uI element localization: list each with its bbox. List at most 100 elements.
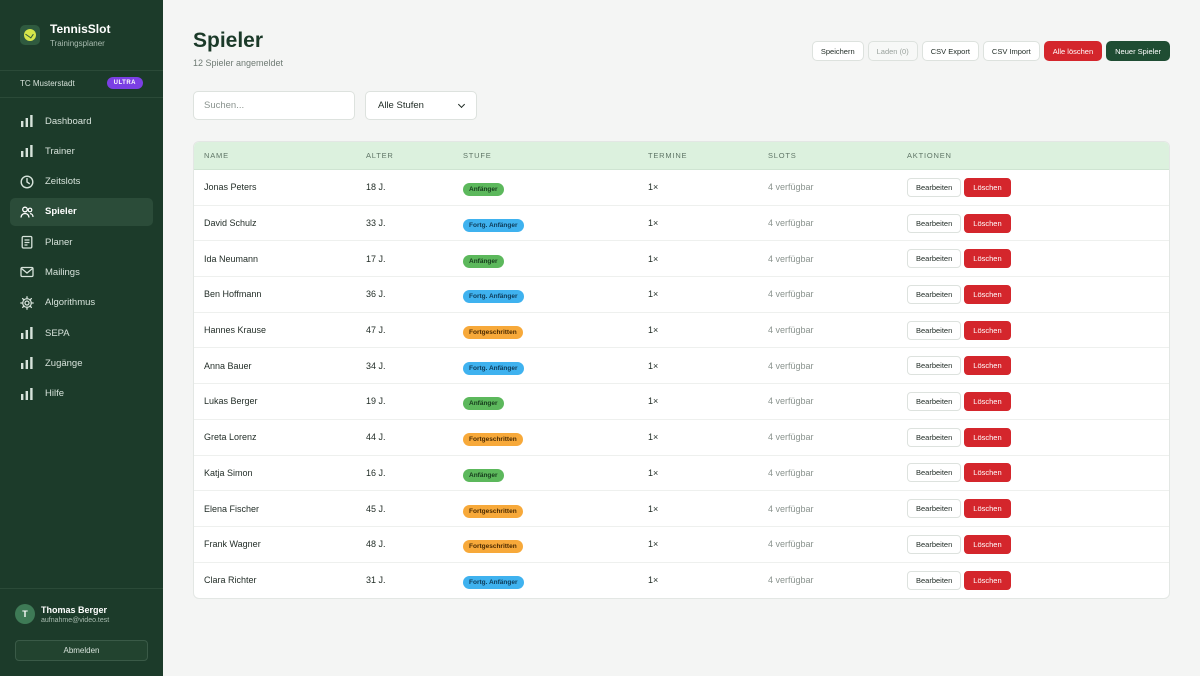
player-dates: 1× bbox=[648, 539, 659, 550]
header-level[interactable]: STUFE bbox=[463, 151, 648, 160]
level-badge: Anfänger bbox=[463, 397, 504, 411]
player-name: Lukas Berger bbox=[204, 396, 258, 407]
load-button[interactable]: Laden (0) bbox=[867, 41, 918, 61]
sidebar-item-spieler[interactable]: Spieler bbox=[10, 197, 153, 226]
sidebar-item-label: Hilfe bbox=[45, 388, 65, 400]
search-input[interactable] bbox=[193, 91, 355, 120]
delete-all-button[interactable]: Alle löschen bbox=[1043, 41, 1103, 61]
sidebar-item-hilfe[interactable]: Hilfe bbox=[10, 380, 153, 408]
player-slots: 4 verfügbar bbox=[768, 396, 814, 407]
delete-button[interactable]: Löschen bbox=[964, 463, 1011, 483]
logout-button[interactable]: Abmelden bbox=[15, 640, 148, 661]
player-slots: 4 verfügbar bbox=[768, 575, 814, 586]
app-name: TennisSlot bbox=[50, 22, 111, 36]
edit-button[interactable]: Bearbeiten bbox=[907, 391, 962, 411]
edit-button[interactable]: Bearbeiten bbox=[907, 284, 962, 304]
bar-chart-icon bbox=[20, 387, 34, 401]
table-row: Elena Fischer 45 J. Fortgeschritten 1× 4 ver… bbox=[194, 491, 1169, 527]
player-slots: 4 verfügbar bbox=[768, 289, 814, 300]
players-table: NAME ALTER STUFE TERMINE SLOTS AKTIONEN … bbox=[193, 141, 1170, 600]
clipboard-icon bbox=[20, 235, 34, 249]
level-select-value: Alle Stufen bbox=[378, 100, 424, 111]
delete-button[interactable]: Löschen bbox=[964, 356, 1011, 376]
delete-button[interactable]: Löschen bbox=[964, 427, 1011, 447]
header-name[interactable]: NAME bbox=[194, 151, 366, 160]
delete-button[interactable]: Löschen bbox=[964, 284, 1011, 304]
header-dates[interactable]: TERMINE bbox=[648, 151, 768, 160]
player-dates: 1× bbox=[648, 396, 659, 407]
mail-icon bbox=[20, 265, 34, 279]
level-badge: Fortg. Anfänger bbox=[463, 219, 524, 233]
delete-button[interactable]: Löschen bbox=[964, 249, 1011, 269]
edit-button[interactable]: Bearbeiten bbox=[907, 534, 962, 554]
player-name: Frank Wagner bbox=[204, 539, 261, 550]
delete-button[interactable]: Löschen bbox=[964, 534, 1011, 554]
sidebar-item-trainer[interactable]: Trainer bbox=[10, 137, 153, 165]
level-select[interactable]: Alle Stufen bbox=[365, 91, 477, 120]
edit-button[interactable]: Bearbeiten bbox=[907, 320, 962, 340]
brand[interactable]: TennisSlot Trainingsplaner bbox=[20, 22, 110, 48]
edit-button[interactable]: Bearbeiten bbox=[907, 427, 962, 447]
edit-button[interactable]: Bearbeiten bbox=[907, 177, 962, 197]
users-icon bbox=[20, 205, 34, 219]
player-dates: 1× bbox=[648, 360, 659, 371]
header-age[interactable]: ALTER bbox=[366, 151, 463, 160]
edit-button[interactable]: Bearbeiten bbox=[907, 249, 962, 269]
player-dates: 1× bbox=[648, 182, 659, 193]
player-age: 47 J. bbox=[366, 325, 386, 336]
save-button[interactable]: Speichern bbox=[811, 41, 864, 61]
edit-button[interactable]: Bearbeiten bbox=[907, 570, 962, 590]
csv-export-button[interactable]: CSV Export bbox=[921, 41, 979, 61]
level-badge: Fortgeschritten bbox=[463, 326, 523, 340]
delete-button[interactable]: Löschen bbox=[964, 391, 1011, 411]
sidebar-item-algorithmus[interactable]: Algorithmus bbox=[10, 289, 153, 317]
tennis-ball-icon bbox=[20, 25, 40, 45]
header-slots[interactable]: SLOTS bbox=[768, 151, 907, 160]
delete-button[interactable]: Löschen bbox=[964, 213, 1011, 233]
new-player-button[interactable]: Neuer Spieler bbox=[1106, 41, 1170, 61]
sidebar-item-planer[interactable]: Planer bbox=[10, 228, 153, 256]
delete-button[interactable]: Löschen bbox=[964, 570, 1011, 590]
level-badge: Fortgeschritten bbox=[463, 540, 523, 554]
table-row: Frank Wagner 48 J. Fortgeschritten 1× 4 verf… bbox=[194, 527, 1169, 563]
avatar: T bbox=[15, 604, 35, 624]
player-name: Clara Richter bbox=[204, 575, 257, 586]
edit-button[interactable]: Bearbeiten bbox=[907, 213, 962, 233]
table-row: Greta Lorenz 44 J. Fortgeschritten 1× 4 verf… bbox=[194, 420, 1169, 456]
edit-button[interactable]: Bearbeiten bbox=[907, 356, 962, 376]
csv-import-button[interactable]: CSV Import bbox=[982, 41, 1040, 61]
player-name: Elena Fischer bbox=[204, 503, 260, 514]
player-age: 18 J. bbox=[366, 182, 386, 193]
player-age: 33 J. bbox=[366, 218, 386, 229]
level-badge: Anfänger bbox=[463, 183, 504, 197]
player-name: Hannes Krause bbox=[204, 325, 267, 336]
plan-badge: ULTRA bbox=[106, 77, 143, 89]
delete-button[interactable]: Löschen bbox=[964, 499, 1011, 519]
level-badge: Fortg. Anfänger bbox=[463, 576, 524, 590]
page-subtitle: 12 Spieler angemeldet bbox=[193, 58, 284, 68]
sidebar-item-mailings[interactable]: Mailings bbox=[10, 258, 153, 286]
player-age: 36 J. bbox=[366, 289, 386, 300]
delete-button[interactable]: Löschen bbox=[964, 177, 1011, 197]
sidebar-item-zugaenge[interactable]: Zugänge bbox=[10, 349, 153, 377]
edit-button[interactable]: Bearbeiten bbox=[907, 499, 962, 519]
sidebar-item-sepa[interactable]: SEPA bbox=[10, 319, 153, 347]
table-body: Jonas Peters 18 J. Anfänger 1× 4 verfügbar Be… bbox=[194, 170, 1169, 598]
player-age: 17 J. bbox=[366, 253, 386, 264]
sidebar-item-zeitslots[interactable]: Zeitslots bbox=[10, 168, 153, 196]
level-badge: Anfänger bbox=[463, 254, 504, 268]
bar-chart-icon bbox=[20, 356, 34, 370]
sidebar-item-dashboard[interactable]: Dashboard bbox=[10, 107, 153, 135]
table-row: Katja Simon 16 J. Anfänger 1× 4 verfügbar Bea… bbox=[194, 456, 1169, 492]
delete-button[interactable]: Löschen bbox=[964, 320, 1011, 340]
level-badge: Fortgeschritten bbox=[463, 433, 523, 447]
clock-icon bbox=[20, 175, 34, 189]
sidebar-item-label: Dashboard bbox=[45, 115, 92, 127]
level-badge: Fortg. Anfänger bbox=[463, 361, 524, 375]
player-slots: 4 verfügbar bbox=[768, 182, 814, 193]
edit-button[interactable]: Bearbeiten bbox=[907, 463, 962, 483]
sidebar-divider bbox=[0, 588, 163, 589]
player-slots: 4 verfügbar bbox=[768, 325, 814, 336]
player-age: 31 J. bbox=[366, 575, 386, 586]
sidebar-item-label: Zugänge bbox=[45, 357, 83, 369]
